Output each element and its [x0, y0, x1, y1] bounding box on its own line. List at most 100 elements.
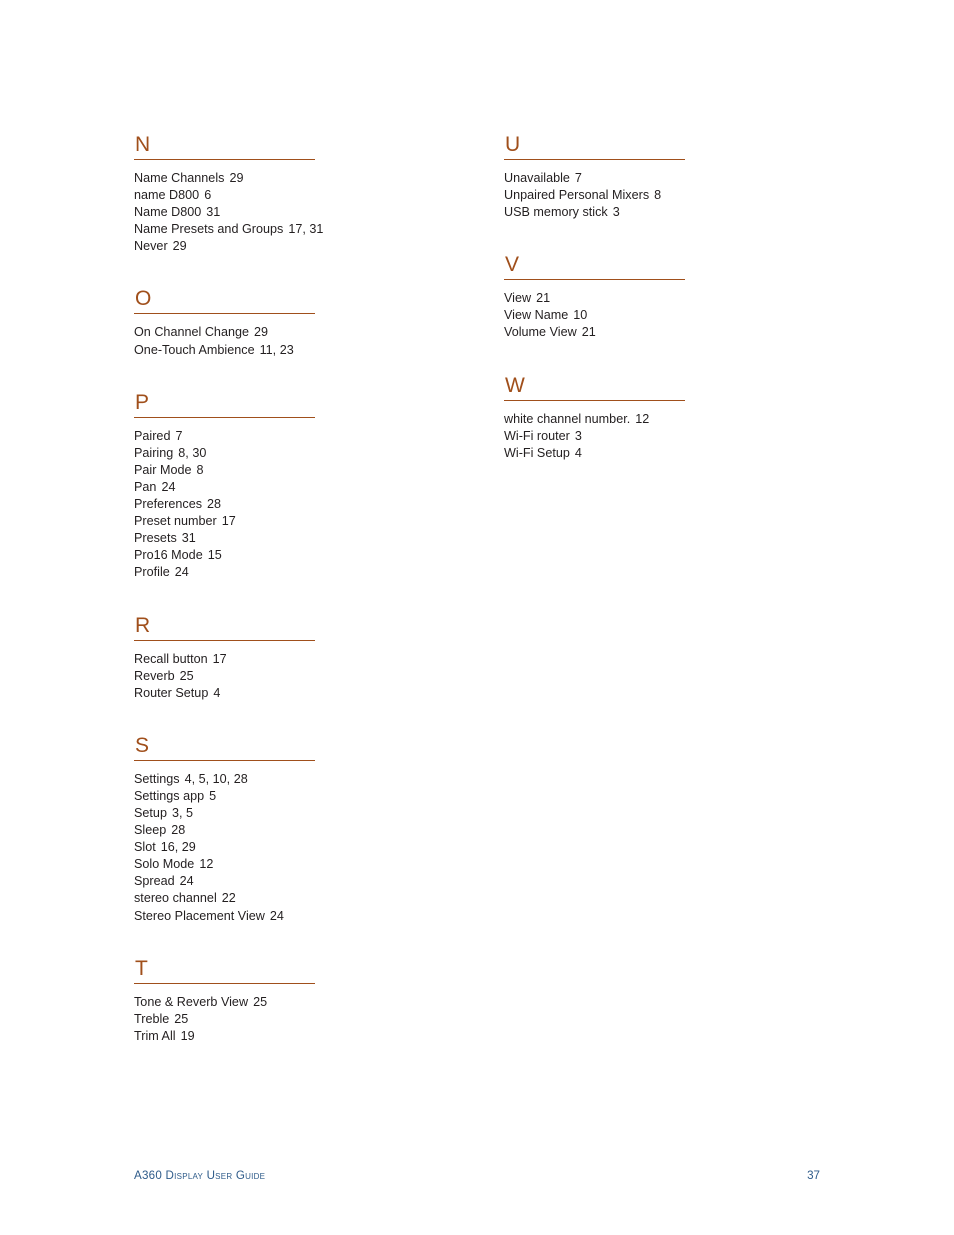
- index-entry-pages[interactable]: 3: [570, 429, 582, 443]
- index-entry[interactable]: Trim All 19: [134, 1028, 315, 1045]
- index-entry-pages[interactable]: 24: [156, 480, 175, 494]
- index-entry[interactable]: On Channel Change 29: [134, 324, 315, 341]
- index-entry-pages[interactable]: 7: [570, 171, 582, 185]
- index-entry-pages[interactable]: 28: [202, 497, 221, 511]
- index-entry-pages[interactable]: 31: [201, 205, 220, 219]
- index-entry-pages[interactable]: 4: [570, 446, 582, 460]
- index-entry-pages[interactable]: 8, 30: [173, 446, 206, 460]
- index-entry-pages[interactable]: 5: [204, 789, 216, 803]
- index-entry[interactable]: Preferences 28: [134, 496, 315, 513]
- section-letter: P: [135, 390, 150, 414]
- index-section-u: U Unavailable 7 Unpaired Personal Mixers 8 US…: [504, 134, 685, 221]
- index-entry[interactable]: Unpaired Personal Mixers 8: [504, 187, 685, 204]
- index-entry-pages[interactable]: 4: [208, 686, 220, 700]
- index-entry[interactable]: Pro16 Mode 15: [134, 547, 315, 564]
- index-entry-pages[interactable]: 28: [166, 823, 185, 837]
- index-entry-pages[interactable]: 4, 5, 10, 28: [180, 772, 248, 786]
- index-entry-term: Unpaired Personal Mixers: [504, 188, 650, 203]
- index-entry-term: white channel number.: [504, 411, 631, 426]
- index-section-w: Wwhite channel number. 12 Wi-Fi router 3 Wi-…: [504, 374, 685, 462]
- index-entry[interactable]: Stereo Placement View 24: [134, 908, 315, 925]
- index-entry-pages[interactable]: 8: [192, 463, 204, 477]
- index-entry-pages[interactable]: 25: [248, 995, 267, 1009]
- index-entry-pages[interactable]: 17: [217, 514, 236, 528]
- index-entry[interactable]: Settings app 5: [134, 788, 315, 805]
- section-divider: [134, 159, 315, 160]
- index-section-o: O On Channel Change 29 One-Touch Ambience 11…: [134, 288, 315, 358]
- index-entry-pages[interactable]: 24: [170, 565, 189, 579]
- index-entry-pages[interactable]: 29: [224, 171, 243, 185]
- index-entry-pages[interactable]: 11, 23: [255, 343, 294, 357]
- index-entry[interactable]: stereo channel 22: [134, 890, 315, 907]
- index-entry-term: stereo channel: [134, 891, 217, 906]
- index-entry[interactable]: USB memory stick 3: [504, 204, 685, 221]
- index-entry[interactable]: Name D800 31: [134, 204, 315, 221]
- index-entry-pages[interactable]: 7: [170, 429, 182, 443]
- index-entry[interactable]: One-Touch Ambience 11, 23: [134, 342, 315, 359]
- index-entry[interactable]: Treble 25: [134, 1011, 315, 1028]
- index-entry-pages[interactable]: 21: [531, 291, 550, 305]
- index-entry[interactable]: white channel number. 12: [504, 411, 685, 428]
- index-entry[interactable]: Paired 7: [134, 428, 315, 445]
- index-entry-pages[interactable]: 19: [176, 1029, 195, 1043]
- index-entry[interactable]: Pan 24: [134, 479, 315, 496]
- index-entry-pages[interactable]: 22: [217, 891, 236, 905]
- index-entry[interactable]: Setup 3, 5: [134, 805, 315, 822]
- index-entry[interactable]: Never 29: [134, 238, 315, 255]
- index-entry[interactable]: Settings 4, 5, 10, 28: [134, 771, 315, 788]
- index-entry[interactable]: Sleep 28: [134, 822, 315, 839]
- index-entry[interactable]: Name Channels 29: [134, 170, 315, 187]
- index-entry[interactable]: Solo Mode 12: [134, 856, 315, 873]
- index-entry[interactable]: Recall button 17: [134, 651, 315, 668]
- index-entry-pages[interactable]: 15: [203, 548, 222, 562]
- index-entry-pages[interactable]: 12: [194, 857, 213, 871]
- index-entry[interactable]: name D800 6: [134, 187, 315, 204]
- index-entry[interactable]: Unavailable 7: [504, 170, 685, 187]
- index-entry-term: Treble: [134, 1011, 170, 1026]
- index-entry-pages[interactable]: 3: [608, 205, 620, 219]
- index-entry-pages[interactable]: 29: [168, 239, 187, 253]
- index-entry-pages[interactable]: 8: [649, 188, 661, 202]
- index-entry-pages[interactable]: 6: [199, 188, 211, 202]
- index-entry[interactable]: Pairing 8, 30: [134, 445, 315, 462]
- index-entry-term: Tone & Reverb View: [134, 994, 249, 1009]
- index-entry-pages[interactable]: 25: [175, 669, 194, 683]
- section-divider: [504, 279, 685, 281]
- index-entry-pages[interactable]: 3, 5: [167, 806, 193, 820]
- index-entry[interactable]: View Name 10: [504, 307, 685, 324]
- index-entry-term: Reverb: [134, 668, 175, 683]
- index-entry[interactable]: Spread 24: [134, 873, 315, 890]
- index-entry-list: Recall button 17 Reverb 25 Router Setup 4: [134, 651, 315, 702]
- section-letter: V: [505, 253, 520, 277]
- index-entry-term: Name D800: [134, 205, 202, 220]
- index-entry[interactable]: Tone & Reverb View 25: [134, 994, 315, 1011]
- index-entry-list: Paired 7 Pairing 8, 30 Pair Mode 8 Pan 24 Prefer…: [134, 428, 315, 582]
- index-entry-pages[interactable]: 24: [175, 874, 194, 888]
- index-entry[interactable]: Preset number 17: [134, 513, 315, 530]
- index-entry-pages[interactable]: 31: [177, 531, 196, 545]
- index-entry-pages[interactable]: 17: [208, 652, 227, 666]
- index-entry-pages[interactable]: 24: [265, 909, 284, 923]
- index-entry-list: white channel number. 12 Wi-Fi router 3 Wi-F…: [504, 411, 685, 462]
- index-entry[interactable]: Name Presets and Groups 17, 31: [134, 221, 323, 238]
- index-entry-pages[interactable]: 17, 31: [283, 222, 323, 236]
- index-entry[interactable]: Slot 16, 29: [134, 839, 315, 856]
- index-entry-pages[interactable]: 12: [630, 412, 649, 426]
- index-entry[interactable]: Pair Mode 8: [134, 462, 315, 479]
- index-entry[interactable]: Volume View 21: [504, 324, 685, 341]
- index-section-t: T Tone & Reverb View 25 Treble 25 Trim All 19: [134, 957, 315, 1045]
- index-entry-pages[interactable]: 25: [169, 1012, 188, 1026]
- index-section-v: V View 21 View Name 10 Volume View 21: [504, 254, 685, 341]
- index-entry-pages[interactable]: 16, 29: [156, 840, 196, 854]
- index-entry-pages[interactable]: 21: [577, 325, 596, 339]
- index-entry-pages[interactable]: 10: [568, 308, 587, 322]
- index-entry[interactable]: Reverb 25: [134, 668, 315, 685]
- index-entry[interactable]: Presets 31: [134, 530, 315, 547]
- index-entry[interactable]: Profile 24: [134, 564, 315, 581]
- index-entry[interactable]: Wi-Fi Setup 4: [504, 445, 685, 462]
- index-entry[interactable]: View 21: [504, 290, 685, 307]
- section-letter: U: [505, 133, 521, 156]
- index-entry-pages[interactable]: 29: [249, 325, 268, 339]
- index-entry[interactable]: Router Setup 4: [134, 685, 315, 702]
- index-entry[interactable]: Wi-Fi router 3: [504, 428, 685, 445]
